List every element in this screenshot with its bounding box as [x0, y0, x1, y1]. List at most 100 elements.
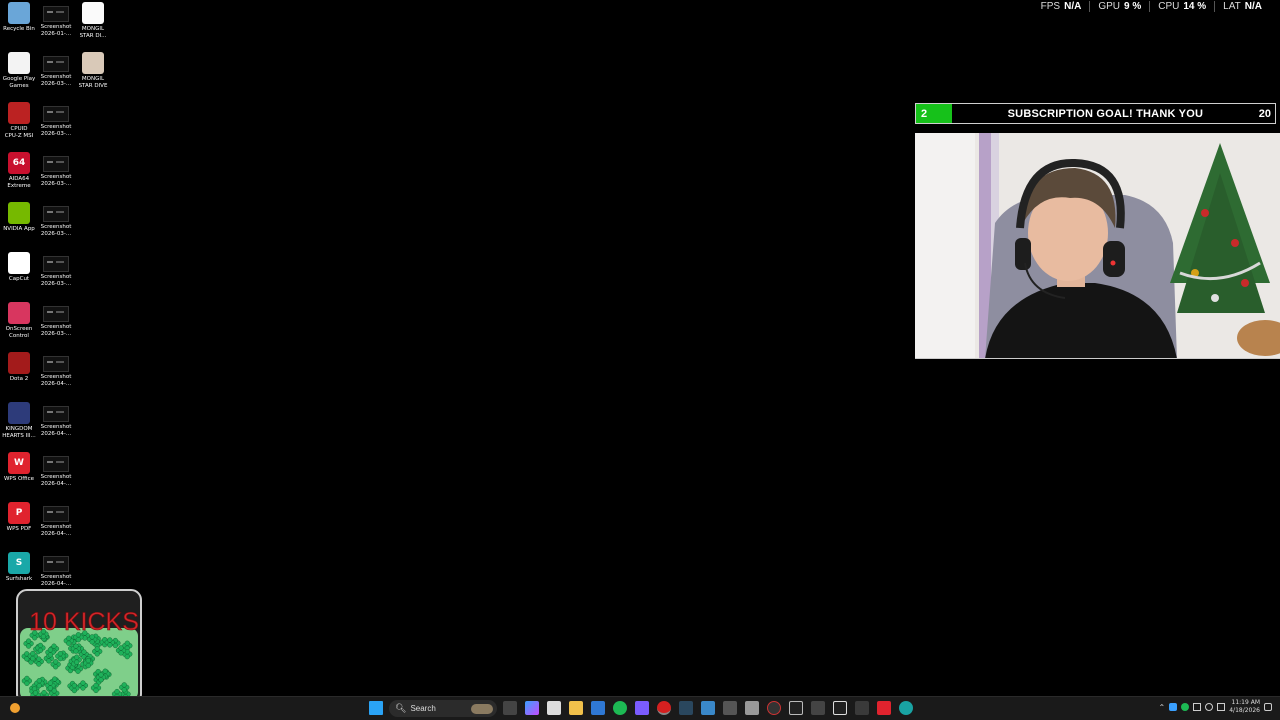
file-explorer-icon[interactable]: [569, 701, 583, 715]
desktop-shortcut[interactable]: CPUID CPU-Z MSI: [0, 100, 38, 148]
latency-label: LAT: [1223, 0, 1241, 12]
image-file-icon: [43, 106, 69, 122]
weather-icon: [10, 703, 20, 713]
desktop-shortcut[interactable]: Dota 2: [0, 350, 38, 398]
image-file-icon: [43, 556, 69, 572]
desktop-icon-label: Screenshot 2026-04-...: [40, 524, 72, 537]
image-file-icon: [43, 6, 69, 22]
desktop-shortcut[interactable]: P WPS PDF: [0, 500, 38, 548]
goal-title: SUBSCRIPTION GOAL! THANK YOU: [1007, 107, 1204, 120]
edge-icon[interactable]: [591, 701, 605, 715]
wps-taskbar-icon[interactable]: [877, 701, 891, 715]
desktop-shortcut[interactable]: KINGDOM HEARTS III...: [0, 400, 38, 448]
image-file-icon: [43, 156, 69, 172]
desktop-file-screenshot[interactable]: Screenshot 2026-03-...: [37, 300, 75, 348]
cpu-value: 14 %: [1183, 0, 1207, 12]
desktop-file-screenshot[interactable]: Screenshot 2026-04-...: [37, 400, 75, 448]
desktop-file-mongil[interactable]: MONGIL STAR DIVE: [74, 50, 112, 98]
capcut-taskbar-icon[interactable]: [833, 701, 847, 715]
opera-icon[interactable]: [657, 701, 671, 715]
desktop-icon-label: Screenshot 2026-03-...: [40, 74, 72, 87]
chevron-up-icon[interactable]: ⌃: [1159, 703, 1166, 712]
desktop-icon-label: Dota 2: [9, 376, 29, 382]
desktop-shortcut[interactable]: OnScreen Control: [0, 300, 38, 348]
desktop-icon-label: MONGIL STAR DI...: [79, 26, 107, 39]
desktop-icon-label: KINGDOM HEARTS III...: [2, 426, 36, 439]
cpu-z-icon: [8, 102, 30, 124]
desktop-icon-label: Screenshot 2026-03-...: [40, 224, 72, 237]
desktop-icon-label: AIDA64 Extreme: [7, 176, 31, 189]
desktop-shortcut[interactable]: Recycle Bin: [0, 0, 38, 48]
desktop-icon-label: Screenshot 2026-03-...: [40, 124, 72, 137]
desktop-shortcut[interactable]: Google Play Games: [0, 50, 38, 98]
desktop-file-screenshot[interactable]: Screenshot 2026-04-...: [37, 350, 75, 398]
mail-icon[interactable]: [789, 701, 803, 715]
tray-volume-icon[interactable]: [1205, 703, 1214, 711]
desktop-file-screenshot[interactable]: Screenshot 2026-03-...: [37, 250, 75, 298]
latency-value: N/A: [1244, 0, 1262, 12]
kicks-jar-title: 10 KICKS: [29, 608, 139, 636]
desktop-icon-label: Recycle Bin: [3, 26, 35, 32]
desktop-file-screenshot[interactable]: Screenshot 2026-03-...: [37, 50, 75, 98]
app-icon-blue[interactable]: [701, 701, 715, 715]
app-icon-gray[interactable]: [723, 701, 737, 715]
steam-icon[interactable]: [679, 701, 693, 715]
settings-taskbar-icon[interactable]: [855, 701, 869, 715]
desktop-icon-label: Screenshot 2026-03-...: [40, 324, 72, 337]
desktop-file-screenshot[interactable]: Screenshot 2026-04-...: [37, 500, 75, 548]
tray-app-icon[interactable]: [1169, 703, 1178, 711]
desktop-file-screenshot[interactable]: Screenshot 2026-03-...: [37, 200, 75, 248]
desktop-icon-label: CapCut: [8, 276, 30, 282]
obs-icon[interactable]: [767, 701, 781, 715]
goal-current-count: 2: [921, 107, 928, 120]
desktop-file-screenshot[interactable]: Screenshot 2026-01-...: [37, 0, 75, 48]
fps-label: FPS: [1040, 0, 1061, 12]
kingdom-hearts-icon: [8, 402, 30, 424]
desktop-icon-label: Screenshot 2026-04-...: [40, 374, 72, 387]
start-button[interactable]: [369, 701, 383, 715]
discord-icon[interactable]: [635, 701, 649, 715]
desktop-shortcut[interactable]: W WPS Office: [0, 450, 38, 498]
document-file-icon: [82, 2, 104, 24]
image-file-icon: [43, 306, 69, 322]
spotify-icon[interactable]: [613, 701, 627, 715]
aida64-icon: 64: [8, 152, 30, 174]
app-icon-light[interactable]: [745, 701, 759, 715]
desktop-shortcut[interactable]: CapCut: [0, 250, 38, 298]
wps-office-icon: W: [8, 452, 30, 474]
kicks-jar: 10 KICKS: [16, 589, 142, 705]
desktop-icon-label: MONGIL STAR DIVE: [78, 76, 108, 89]
weather-widget[interactable]: [10, 703, 20, 713]
nvidia-icon: [8, 202, 30, 224]
tray-download-icon[interactable]: [1181, 703, 1190, 711]
desktop-icon-label: CPUID CPU-Z MSI: [4, 126, 34, 139]
wps-pdf-icon: P: [8, 502, 30, 524]
tray-display-icon[interactable]: [1217, 703, 1226, 711]
task-view-icon[interactable]: [503, 701, 517, 715]
taskbar-clock[interactable]: 11:19 AM 4/18/2026: [1229, 699, 1260, 715]
taskbar: 🔍︎ Search ⌃ 11:19 AM 4/18/2026: [0, 696, 1280, 720]
kicks-jar-overlay: 10 KICKS: [14, 588, 144, 708]
gpu-label: GPU: [1098, 0, 1120, 12]
app-icon-dark[interactable]: [811, 701, 825, 715]
desktop-shortcut[interactable]: 64 AIDA64 Extreme: [0, 150, 38, 198]
search-icon: 🔍︎: [395, 703, 407, 713]
desktop-file-screenshot[interactable]: Screenshot 2026-03-...: [37, 100, 75, 148]
store-icon[interactable]: [547, 701, 561, 715]
copilot-icon[interactable]: [525, 701, 539, 715]
desktop-icon-label: Screenshot 2026-04-...: [40, 574, 72, 587]
gpu-value: 9 %: [1124, 0, 1142, 12]
system-tray: ⌃ 11:19 AM 4/18/2026: [1159, 699, 1272, 715]
desktop-shortcut[interactable]: NVIDIA App: [0, 200, 38, 248]
surfshark-taskbar-icon[interactable]: [899, 701, 913, 715]
tray-network-icon[interactable]: [1193, 703, 1202, 711]
subscription-goal-bar: 2 SUBSCRIPTION GOAL! THANK YOU 20: [915, 103, 1276, 124]
desktop-file-screenshot[interactable]: Screenshot 2026-04-...: [37, 450, 75, 498]
desktop-icon-label: WPS PDF: [6, 526, 32, 532]
image-file-icon: [43, 206, 69, 222]
desktop-file-screenshot[interactable]: Screenshot 2026-03-...: [37, 150, 75, 198]
desktop-file-mongil[interactable]: MONGIL STAR DI...: [74, 0, 112, 48]
taskbar-search[interactable]: 🔍︎ Search: [389, 700, 497, 717]
notification-icon[interactable]: [1264, 703, 1272, 711]
image-file-icon: [82, 52, 104, 74]
